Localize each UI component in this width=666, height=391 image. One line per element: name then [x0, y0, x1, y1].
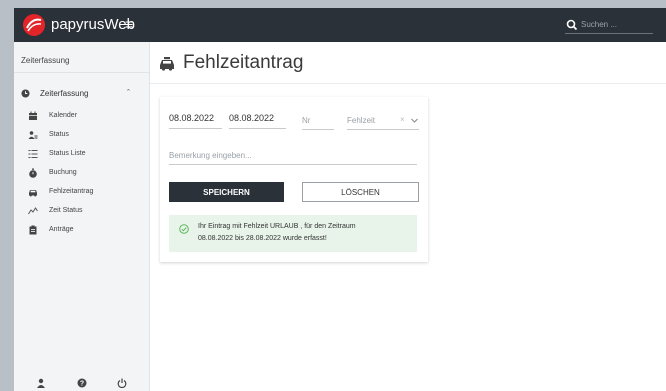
sidebar-item-label: Status — [49, 131, 69, 138]
sidebar-item-label: Anträge — [49, 226, 74, 233]
absence-select-placeholder: Fehlzeit — [347, 116, 376, 125]
chevron-down-icon[interactable] — [410, 116, 419, 125]
sidebar-item-label: Buchung — [49, 169, 77, 176]
menu-toggle-icon[interactable]: ≡ — [125, 16, 133, 32]
stopwatch-icon — [29, 168, 37, 178]
page-title: Fehlzeitantrag — [183, 52, 304, 73]
sidebar-item-kalender[interactable]: Kalender — [14, 108, 150, 124]
delete-button[interactable]: LÖSCHEN — [302, 182, 419, 202]
sidebar-item-status-liste[interactable]: Status Liste — [14, 146, 150, 162]
clock-icon — [21, 89, 30, 98]
check-circle-icon — [179, 224, 189, 234]
svg-text:?: ? — [80, 381, 84, 388]
chart-icon — [28, 207, 38, 215]
note-field[interactable]: Bemerkung eingeben... — [169, 151, 417, 165]
absence-select[interactable]: Fehlzeit × — [347, 115, 419, 130]
alert-message-line1: Ihr Eintrag mit Fehlzeit URLAUB , für de… — [198, 223, 356, 230]
sidebar-item-antraege[interactable]: Anträge — [14, 222, 150, 238]
car-icon — [29, 190, 37, 197]
sidebar-item-fehlzeitantrag[interactable]: Fehlzeitantrag — [14, 184, 150, 200]
main-content: Fehlzeitantrag 08.08.2022 08.08.2022 Nr … — [150, 42, 666, 391]
sidebar-divider — [14, 72, 150, 73]
user-icon[interactable] — [36, 378, 46, 388]
nr-field[interactable]: Nr — [302, 116, 334, 130]
absence-request-form: 08.08.2022 08.08.2022 Nr Fehlzeit × Beme… — [160, 97, 428, 262]
sidebar-heading: Zeiterfassung — [21, 56, 70, 65]
chevron-up-icon[interactable]: ˆ — [127, 88, 130, 98]
sidebar: Zeiterfassung Zeiterfassung ˆ Kalender S… — [14, 42, 150, 391]
clear-icon[interactable]: × — [400, 115, 405, 124]
search-icon[interactable] — [565, 18, 579, 32]
search-input[interactable] — [581, 20, 651, 29]
sidebar-group-zeiterfassung[interactable]: Zeiterfassung ˆ — [14, 86, 150, 102]
help-icon[interactable]: ? — [77, 378, 87, 388]
sidebar-group-label: Zeiterfassung — [40, 89, 89, 98]
sidebar-item-zeit-status[interactable]: Zeit Status — [14, 203, 150, 219]
success-alert: Ihr Eintrag mit Fehlzeit URLAUB , für de… — [169, 215, 417, 252]
sidebar-item-label: Status Liste — [49, 150, 86, 157]
title-divider — [150, 83, 666, 84]
sidebar-item-status[interactable]: Status — [14, 127, 150, 143]
users-icon — [28, 131, 38, 139]
sidebar-item-buchung[interactable]: Buchung — [14, 165, 150, 181]
search-box[interactable] — [565, 16, 653, 34]
sidebar-item-label: Zeit Status — [49, 207, 83, 214]
list-icon — [28, 150, 38, 158]
clipboard-icon — [29, 225, 37, 235]
date-to-field[interactable]: 08.08.2022 — [229, 113, 286, 129]
save-button[interactable]: SPEICHERN — [169, 182, 284, 202]
app-brand[interactable]: papyrusWeb — [51, 16, 135, 33]
top-bar: papyrusWeb ≡ — [14, 8, 666, 42]
sidebar-item-label: Kalender — [49, 112, 78, 119]
power-icon[interactable] — [117, 378, 127, 388]
sidebar-item-label: Fehlzeitantrag — [49, 188, 94, 195]
car-icon — [160, 57, 174, 71]
alert-message-line2: 08.08.2022 bis 28.08.2022 wurde erfasst! — [198, 235, 327, 242]
sidebar-footer: ? — [14, 376, 150, 390]
papyrus-logo-icon[interactable] — [22, 13, 46, 37]
app-window: papyrusWeb ≡ Zeiterfassung Zeiterfassung… — [14, 8, 666, 391]
date-from-field[interactable]: 08.08.2022 — [169, 113, 222, 129]
calendar-icon — [29, 111, 37, 120]
